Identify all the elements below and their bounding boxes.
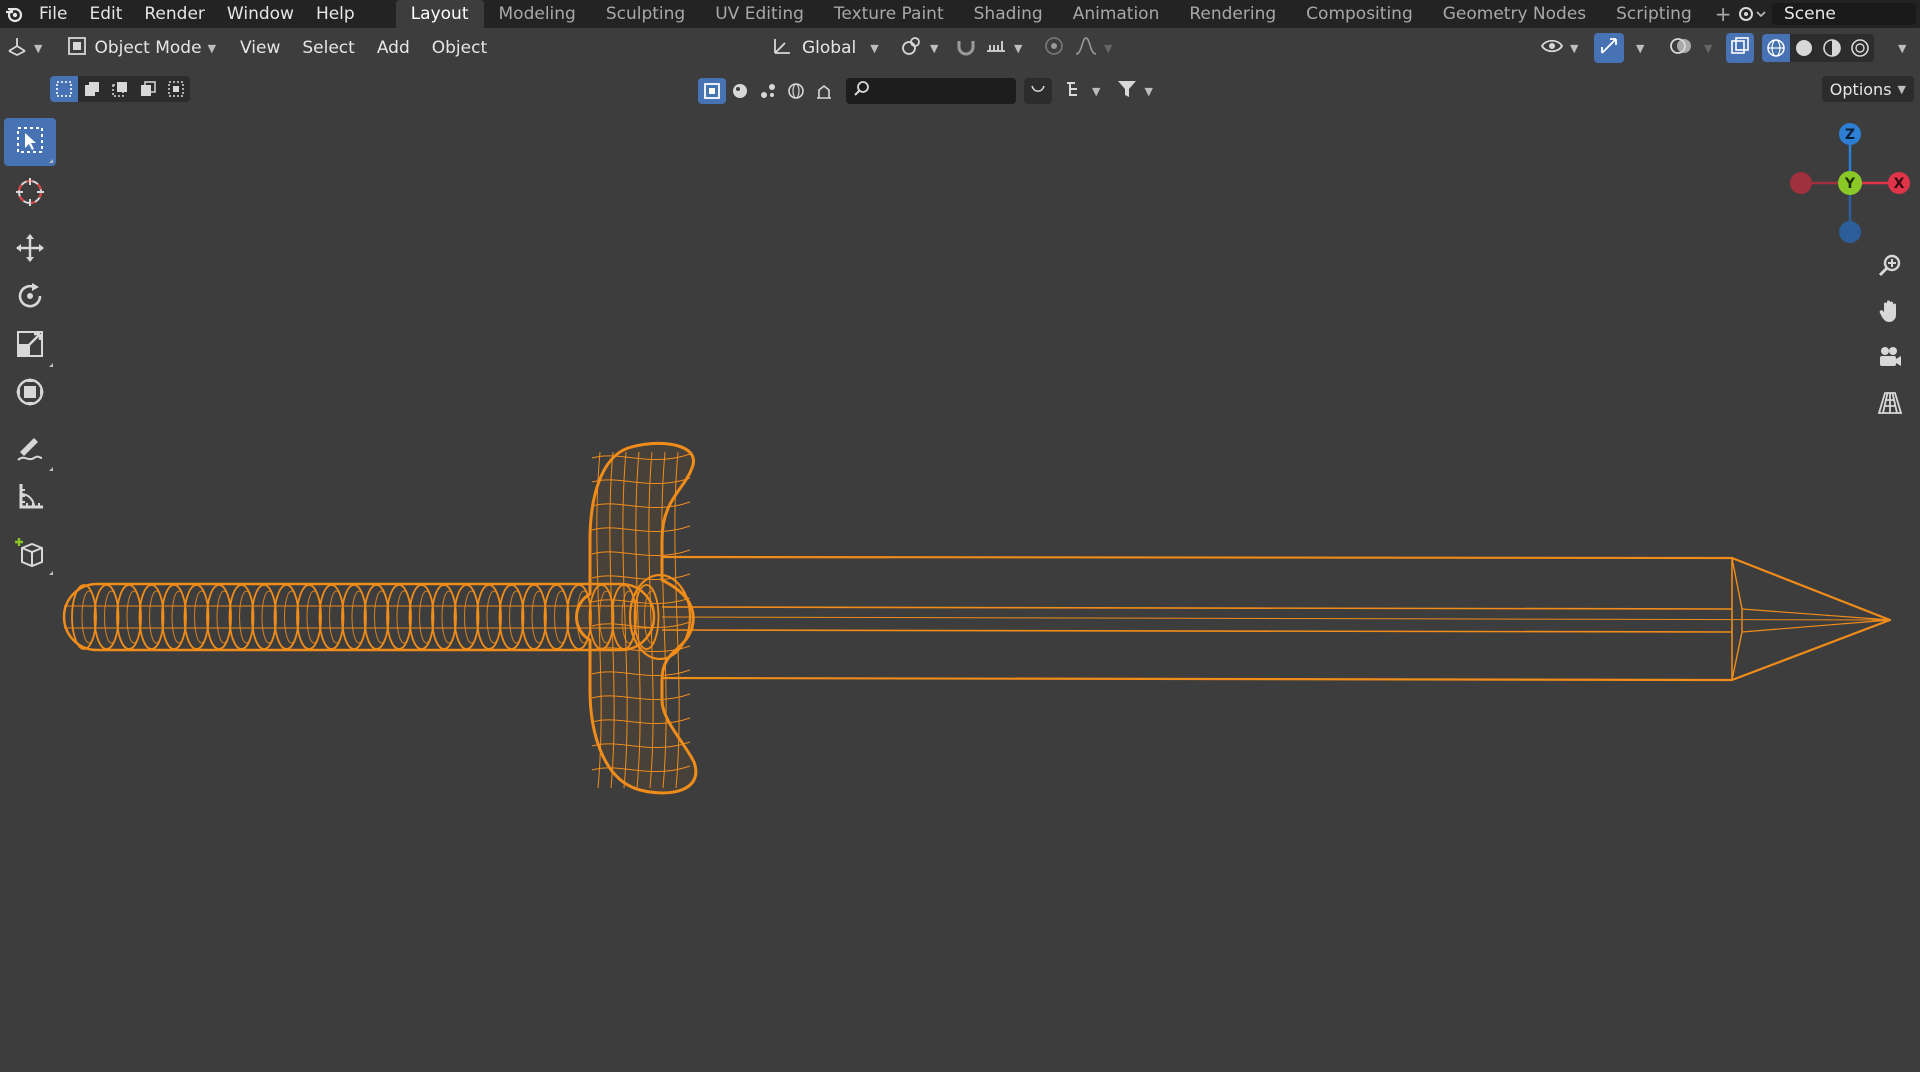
axis-navigation-gizmo[interactable]: Z X Y: [1784, 118, 1914, 258]
z-axis-label: Z: [1845, 127, 1855, 143]
blade-edge: [661, 629, 1733, 633]
sword-handle[interactable]: [62, 582, 660, 652]
zoom-icon: [1877, 252, 1903, 282]
neg-z-axis-handle[interactable]: [1839, 221, 1861, 243]
sword-wireframe-object[interactable]: [62, 441, 1892, 795]
pan-button[interactable]: [1871, 294, 1909, 332]
sword-crossguard[interactable]: [575, 441, 698, 795]
x-axis-label: X: [1894, 176, 1905, 192]
y-axis-label: Y: [1844, 176, 1856, 192]
blade-edge: [661, 606, 1733, 610]
camera-view-button[interactable]: [1871, 340, 1909, 378]
zoom-button[interactable]: [1871, 248, 1909, 286]
neg-x-axis-handle[interactable]: [1790, 172, 1812, 194]
sword-blade[interactable]: [661, 555, 1892, 682]
pan-hand-icon: [1877, 298, 1903, 328]
blade-tip-bevel: [1731, 557, 1743, 681]
viewport-canvas[interactable]: [0, 0, 1920, 1072]
perspective-grid-icon: [1877, 390, 1903, 420]
perspective-toggle-button[interactable]: [1871, 386, 1909, 424]
camera-icon: [1877, 344, 1903, 374]
blade-center: [661, 616, 1891, 621]
